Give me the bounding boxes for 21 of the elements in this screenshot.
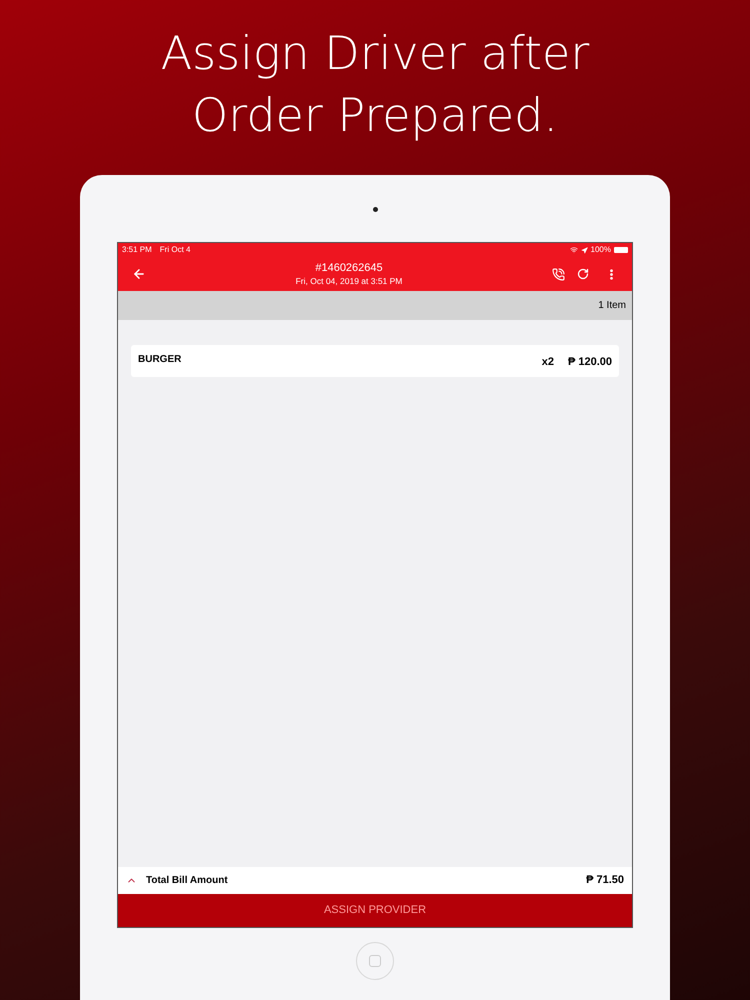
item-price: ₱ 120.00 [568,355,612,370]
battery-icon [614,247,628,253]
item-name: BURGER [138,353,182,367]
order-number: #1460262645 [315,262,383,276]
headline: Assign Driver after [160,25,590,82]
headline: Order Prepared. [192,87,558,144]
status-time: 3:51 PM [122,244,152,256]
total-label: Total Bill Amount [146,874,229,888]
item-count: 1 Item [598,299,626,313]
order-datetime: Fri, Oct 04, 2019 at 3:51 PM [296,276,402,286]
call-icon[interactable] [552,268,565,280]
back-button[interactable] [132,267,146,281]
total-amount: ₱ 71.50 [586,873,624,888]
assign-provider-button[interactable]: ASSIGN PROVIDER [118,894,632,927]
refresh-icon[interactable] [577,268,589,280]
status-date: Fri Oct 4 [160,244,190,256]
wifi-icon [570,246,578,254]
location-icon [580,246,588,254]
item-quantity: x2 [542,355,554,370]
total-bar[interactable]: Total Bill Amount ₱ 71.50 [118,867,632,894]
battery-level: 100% [590,244,611,256]
